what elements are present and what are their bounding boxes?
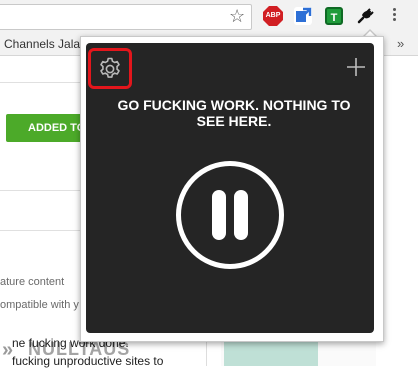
divider <box>0 82 80 83</box>
bookmark-item[interactable]: Channels Jalan <box>4 37 87 51</box>
extension-popup: GO FUCKING WORK. NOTHING TO SEE HERE. <box>80 36 384 342</box>
added-to-chrome-button[interactable]: ADDED TO <box>6 114 86 142</box>
gear-icon[interactable] <box>97 56 123 82</box>
compatibility-text: ompatible with y <box>0 299 79 311</box>
plus-icon[interactable] <box>346 57 366 77</box>
browser-toolbar: ☆ ABP T <box>0 0 418 34</box>
watermark-chevron-icon: » <box>2 339 13 361</box>
feature-text: ature content <box>0 276 65 288</box>
divider <box>0 230 80 231</box>
adblock-plus-icon[interactable]: ABP <box>263 6 283 26</box>
settings-highlight <box>88 48 132 89</box>
focus-card: GO FUCKING WORK. NOTHING TO SEE HERE. <box>86 43 374 333</box>
bookmarks-overflow-icon[interactable]: » <box>397 36 404 51</box>
green-extension-icon[interactable]: T <box>325 7 343 25</box>
page-left-column <box>0 56 81 366</box>
pause-icon <box>234 190 248 240</box>
address-bar[interactable] <box>0 4 252 30</box>
blue-extension-icon[interactable] <box>294 7 312 25</box>
pause-icon <box>212 190 226 240</box>
plug-extension-icon[interactable] <box>356 7 374 25</box>
pause-button[interactable] <box>176 161 284 269</box>
divider <box>0 190 80 191</box>
popup-message: GO FUCKING WORK. NOTHING TO SEE HERE. <box>117 97 351 129</box>
bookmark-star-icon[interactable]: ☆ <box>229 6 245 26</box>
kebab-menu-icon[interactable] <box>393 8 397 23</box>
